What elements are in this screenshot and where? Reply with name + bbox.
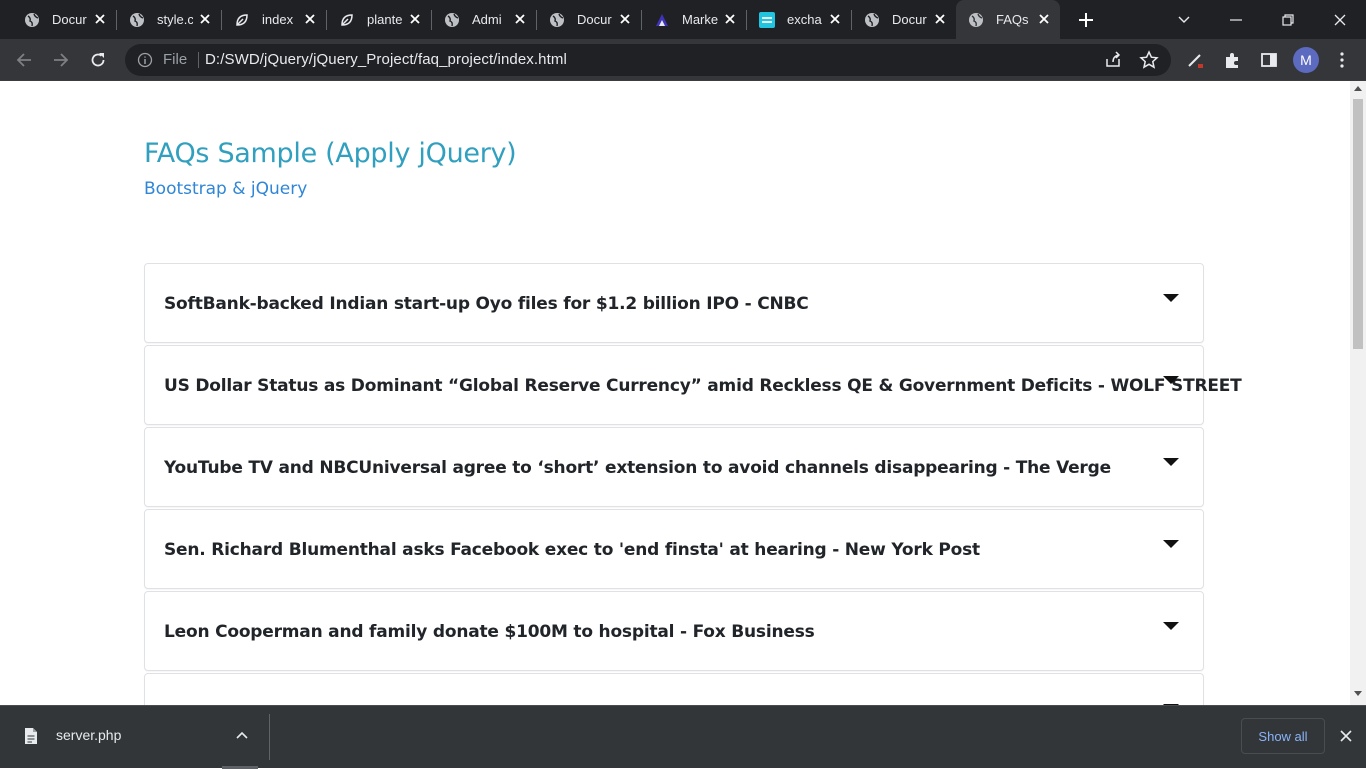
leaf-icon xyxy=(339,12,355,28)
divider xyxy=(269,714,270,760)
tab-title: style.c xyxy=(157,12,193,27)
faq-question: US Dollar Status as Dominant “Global Res… xyxy=(164,376,1242,396)
side-panel-icon[interactable] xyxy=(1256,47,1282,73)
tab-title: index xyxy=(262,12,294,27)
close-tab-icon[interactable] xyxy=(617,11,633,27)
browser-toolbar: File D:/SWD/jQuery/jQuery_Project/faq_pr… xyxy=(0,39,1366,81)
tab-strip: Docur style.c index plante Admi Docur Ma… xyxy=(0,0,1366,39)
close-tab-icon[interactable] xyxy=(512,11,528,27)
close-tab-icon[interactable] xyxy=(722,11,738,27)
close-tab-icon[interactable] xyxy=(302,11,318,27)
tab-title: Marke xyxy=(682,12,718,27)
leaf-icon xyxy=(234,12,250,28)
page-subtitle: Bootstrap & jQuery xyxy=(144,179,308,199)
close-tab-icon[interactable] xyxy=(827,11,843,27)
url-text[interactable]: D:/SWD/jQuery/jQuery_Project/faq_project… xyxy=(205,51,567,68)
puzzle-extensions-icon[interactable] xyxy=(1219,47,1245,73)
tab-title: excha xyxy=(787,12,822,27)
globe-icon xyxy=(864,12,880,28)
restore-icon[interactable] xyxy=(1276,8,1300,32)
browser-tab[interactable]: Docur xyxy=(537,0,641,39)
faq-item[interactable]: Leon Cooperman and family donate $100M t… xyxy=(144,591,1204,671)
close-window-icon[interactable] xyxy=(1328,8,1352,32)
globe-icon xyxy=(968,12,984,28)
scroll-down-arrow-icon[interactable] xyxy=(1354,691,1362,696)
address-bar[interactable]: File D:/SWD/jQuery/jQuery_Project/faq_pr… xyxy=(125,44,1171,76)
browser-tab[interactable]: plante xyxy=(327,0,431,39)
bookmark-star-icon[interactable] xyxy=(1139,50,1159,70)
show-all-button[interactable]: Show all xyxy=(1241,718,1325,754)
tab-title: Docur xyxy=(577,12,612,27)
faq-question: YouTube TV and NBCUniversal agree to ‘sh… xyxy=(164,458,1111,478)
browser-tab[interactable]: Marke xyxy=(642,0,746,39)
scroll-thumb[interactable] xyxy=(1353,99,1363,349)
caret-down-icon[interactable] xyxy=(1163,294,1179,302)
profile-avatar[interactable]: M xyxy=(1293,47,1319,73)
close-tab-icon[interactable] xyxy=(197,11,213,27)
download-file-name[interactable]: server.php xyxy=(56,727,121,743)
faq-item[interactable] xyxy=(144,673,1204,705)
pen-extension-icon[interactable] xyxy=(1182,47,1208,73)
chevron-up-icon[interactable] xyxy=(234,728,250,744)
close-tab-icon[interactable] xyxy=(1036,11,1052,27)
faq-item[interactable]: SoftBank-backed Indian start-up Oyo file… xyxy=(144,263,1204,343)
caret-down-icon[interactable] xyxy=(1163,376,1179,384)
caret-down-icon[interactable] xyxy=(1163,540,1179,548)
scheme-label: File xyxy=(163,51,188,68)
info-icon[interactable] xyxy=(137,52,153,68)
globe-icon xyxy=(444,12,460,28)
reload-icon[interactable] xyxy=(85,47,111,73)
tab-title: Docur xyxy=(52,12,87,27)
browser-tab[interactable]: style.c xyxy=(117,0,221,39)
page-content: FAQs Sample (Apply jQuery) Bootstrap & j… xyxy=(0,81,1350,705)
globe-icon xyxy=(24,12,40,28)
faq-question: Sen. Richard Blumenthal asks Facebook ex… xyxy=(164,540,980,560)
market-icon xyxy=(654,12,670,28)
faq-question: Leon Cooperman and family donate $100M t… xyxy=(164,622,815,642)
share-icon[interactable] xyxy=(1103,50,1123,70)
browser-tab[interactable]: excha xyxy=(747,0,851,39)
tab-search-chevron-icon[interactable] xyxy=(1172,8,1196,32)
more-menu-icon[interactable] xyxy=(1329,47,1355,73)
exchange-icon xyxy=(759,11,775,28)
minimize-icon[interactable] xyxy=(1224,8,1248,32)
close-tab-icon[interactable] xyxy=(932,11,948,27)
download-bar: server.php Show all xyxy=(0,705,1366,769)
forward-arrow-icon[interactable] xyxy=(48,47,74,73)
file-icon xyxy=(24,727,38,745)
tab-title: FAQs xyxy=(996,12,1029,27)
new-tab-icon[interactable] xyxy=(1074,8,1098,32)
scroll-up-arrow-icon[interactable] xyxy=(1354,86,1362,91)
browser-tab[interactable]: Admi xyxy=(432,0,536,39)
browser-tab[interactable]: index xyxy=(222,0,326,39)
page-title: FAQs Sample (Apply jQuery) xyxy=(144,138,517,169)
browser-tab[interactable]: Docur xyxy=(12,0,116,39)
close-tab-icon[interactable] xyxy=(407,11,423,27)
browser-tab-active[interactable]: FAQs xyxy=(956,0,1060,39)
tab-title: Docur xyxy=(892,12,927,27)
globe-icon xyxy=(129,12,145,28)
close-tab-icon[interactable] xyxy=(92,11,108,27)
faq-question: SoftBank-backed Indian start-up Oyo file… xyxy=(164,294,809,314)
back-arrow-icon[interactable] xyxy=(11,47,37,73)
divider xyxy=(198,52,199,68)
browser-tab[interactable]: Docur xyxy=(852,0,956,39)
faq-list: SoftBank-backed Indian start-up Oyo file… xyxy=(144,263,1242,705)
caret-down-icon[interactable] xyxy=(1163,458,1179,466)
tab-title: plante xyxy=(367,12,403,27)
close-icon[interactable] xyxy=(1338,728,1354,744)
faq-item[interactable]: US Dollar Status as Dominant “Global Res… xyxy=(144,345,1242,425)
tab-title: Admi xyxy=(472,12,502,27)
caret-down-icon[interactable] xyxy=(1163,622,1179,630)
vertical-scrollbar[interactable] xyxy=(1350,81,1366,705)
globe-icon xyxy=(549,12,565,28)
faq-item[interactable]: Sen. Richard Blumenthal asks Facebook ex… xyxy=(144,509,1204,589)
faq-item[interactable]: YouTube TV and NBCUniversal agree to ‘sh… xyxy=(144,427,1204,507)
